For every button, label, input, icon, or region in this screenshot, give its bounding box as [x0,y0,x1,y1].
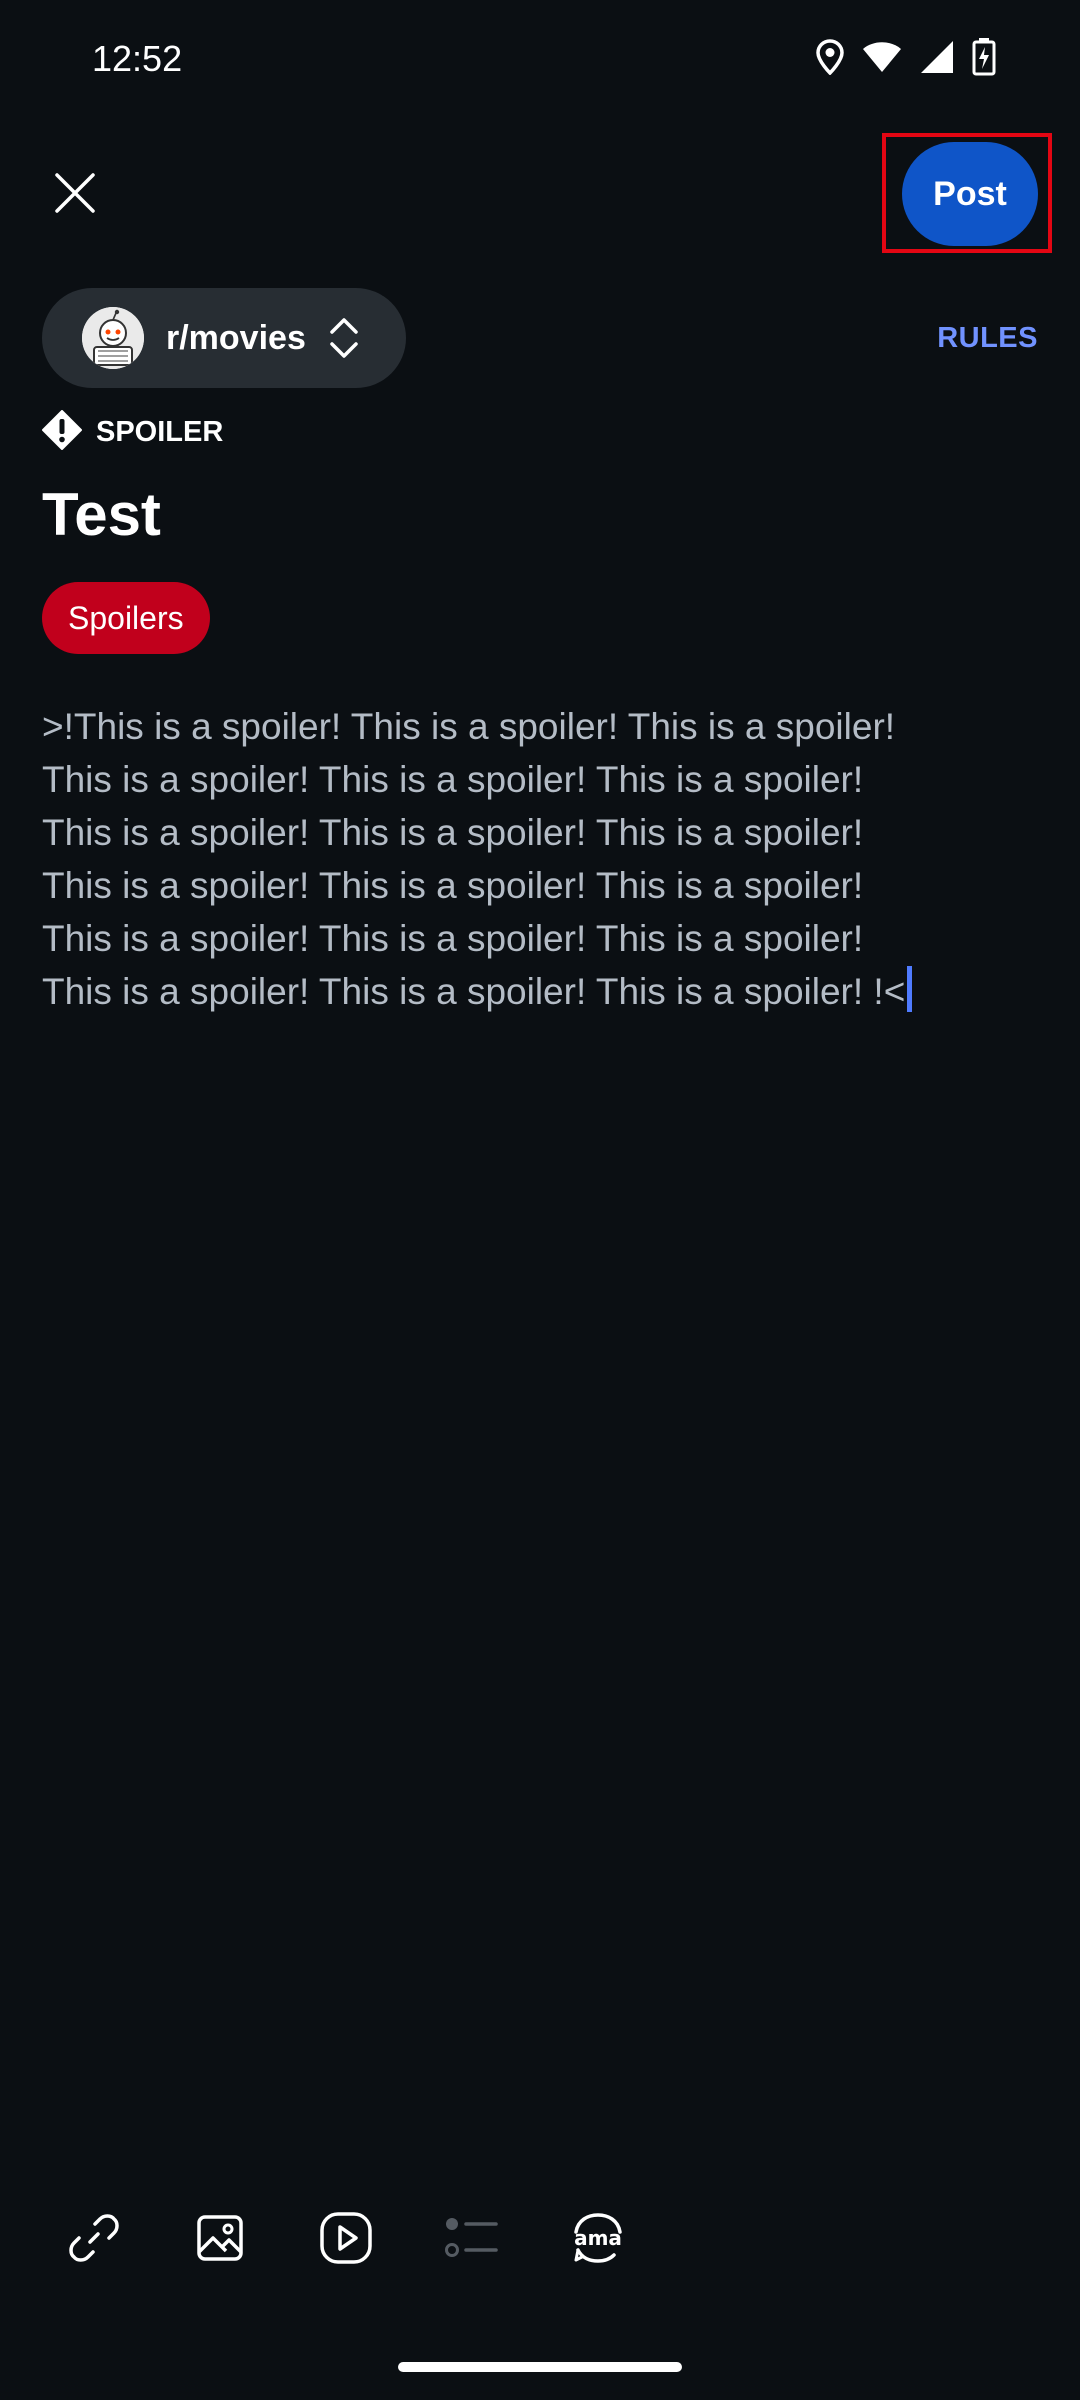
add-ama-button[interactable]: ama [558,2200,638,2280]
community-avatar [82,307,144,369]
image-icon [196,2214,244,2267]
chevron-updown-icon [328,314,360,362]
body-text-field[interactable]: >!This is a spoiler! This is a spoiler! … [42,700,1042,1018]
status-bar: 12:52 [0,0,1080,120]
add-link-button[interactable] [54,2200,134,2280]
post-title-field[interactable]: Test [42,480,161,549]
rules-link[interactable]: RULES [937,322,1038,355]
close-button[interactable] [40,160,110,230]
body-text: >!This is a spoiler! This is a spoiler! … [42,706,906,1012]
community-selector[interactable]: r/movies [42,288,406,388]
add-video-button[interactable] [306,2200,386,2280]
wifi-icon [862,40,902,74]
bottom-toolbar: ama [0,2200,1080,2280]
flair-chip[interactable]: Spoilers [42,582,210,654]
link-icon [68,2212,120,2269]
spoiler-icon [42,410,82,455]
spoiler-label: SPOILER [96,416,224,448]
poll-icon [444,2214,500,2267]
signal-icon [920,40,954,74]
status-icons [816,38,996,76]
add-image-button[interactable] [180,2200,260,2280]
location-icon [816,39,844,75]
svg-text:ama: ama [574,2226,622,2250]
close-icon [53,171,97,220]
home-indicator[interactable] [398,2362,682,2372]
post-button[interactable]: Post [902,142,1038,246]
add-poll-button[interactable] [432,2200,512,2280]
text-cursor [907,966,913,1012]
ama-icon: ama [568,2212,628,2269]
spoiler-tag[interactable]: SPOILER [42,410,223,455]
video-icon [319,2211,373,2270]
status-time: 12:52 [92,38,183,79]
community-name: r/movies [166,318,306,357]
battery-charging-icon [972,38,996,76]
